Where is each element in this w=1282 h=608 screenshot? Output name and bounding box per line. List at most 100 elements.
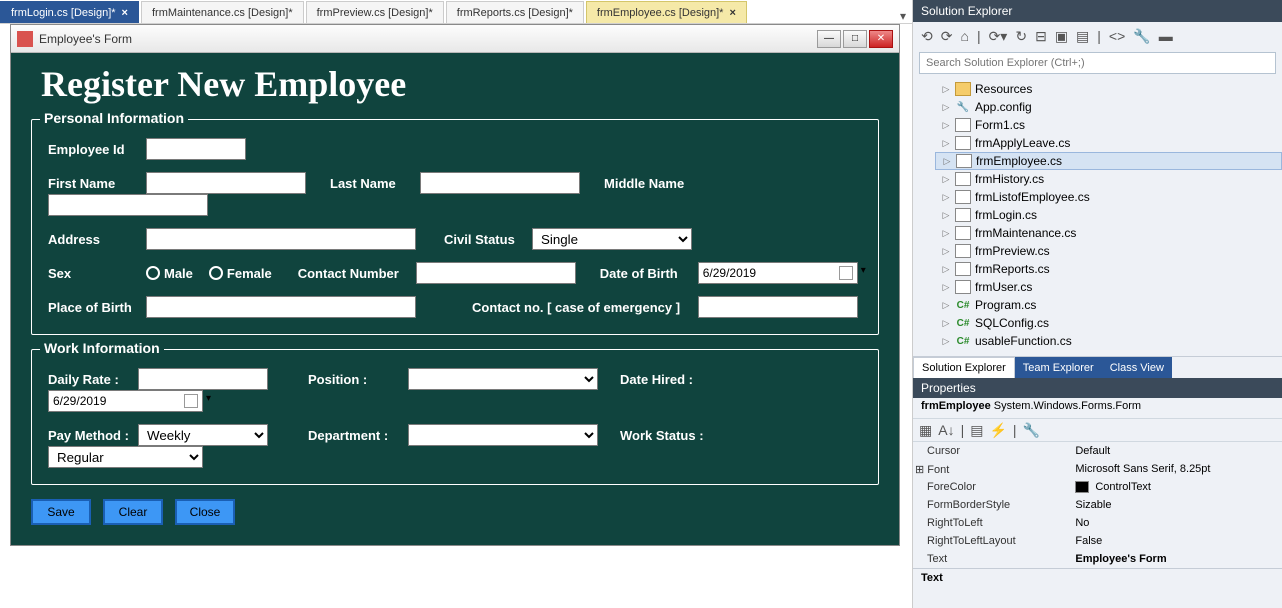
form-designer-window[interactable]: Employee's Form — □ ✕ Register New Emplo… bbox=[10, 24, 900, 546]
tab-frmemployee[interactable]: frmEmployee.cs [Design]*× bbox=[586, 1, 747, 23]
female-radio[interactable] bbox=[209, 266, 223, 280]
tree-item-frmhistory-cs[interactable]: ▷frmHistory.cs bbox=[935, 170, 1282, 188]
collapse-icon[interactable]: ⊟ bbox=[1035, 28, 1047, 45]
expand-icon[interactable]: ▷ bbox=[941, 282, 951, 293]
tab-frmpreview[interactable]: frmPreview.cs [Design]* bbox=[306, 1, 444, 23]
tree-item-frmemployee-cs[interactable]: ▷frmEmployee.cs bbox=[935, 152, 1282, 170]
tree-item-sqlconfig-cs[interactable]: ▷C#SQLConfig.cs bbox=[935, 314, 1282, 332]
tab-team-explorer[interactable]: Team Explorer bbox=[1015, 357, 1102, 378]
tree-item-form1-cs[interactable]: ▷Form1.cs bbox=[935, 116, 1282, 134]
events-icon[interactable]: ⚡ bbox=[989, 422, 1006, 439]
tree-item-frmuser-cs[interactable]: ▷frmUser.cs bbox=[935, 278, 1282, 296]
pob-field[interactable] bbox=[146, 296, 416, 318]
expand-icon[interactable]: ▷ bbox=[941, 228, 951, 239]
save-button[interactable]: Save bbox=[31, 499, 91, 525]
close-icon[interactable]: × bbox=[122, 7, 128, 19]
alpha-icon[interactable]: A↓ bbox=[938, 422, 954, 438]
prop-row-font[interactable]: ⊞ FontMicrosoft Sans Serif, 8.25pt bbox=[913, 460, 1282, 478]
prop-row-text[interactable]: TextEmployee's Form bbox=[913, 550, 1282, 568]
tree-item-frmlogin-cs[interactable]: ▷frmLogin.cs bbox=[935, 206, 1282, 224]
prop-value[interactable]: Sizable bbox=[1075, 499, 1282, 511]
expand-icon[interactable]: ▷ bbox=[941, 84, 951, 95]
close-button[interactable]: Close bbox=[175, 499, 235, 525]
expand-icon[interactable]: ▷ bbox=[941, 210, 951, 221]
tree-item-usablefunction-cs[interactable]: ▷C#usableFunction.cs bbox=[935, 332, 1282, 350]
tab-class-view[interactable]: Class View bbox=[1102, 357, 1172, 378]
forward-icon[interactable]: ⟳ bbox=[941, 28, 953, 45]
middlename-field[interactable] bbox=[48, 194, 208, 216]
sync-icon[interactable]: ⟳▾ bbox=[989, 28, 1008, 45]
expand-icon[interactable]: ▷ bbox=[941, 300, 951, 311]
expand-icon[interactable]: ▷ bbox=[941, 246, 951, 257]
close-icon[interactable]: × bbox=[729, 7, 735, 19]
contact-field[interactable] bbox=[416, 262, 576, 284]
expand-icon[interactable]: ▷ bbox=[941, 120, 951, 131]
close-button[interactable]: ✕ bbox=[869, 30, 893, 48]
wrench-icon[interactable]: 🔧 bbox=[1023, 422, 1040, 439]
male-radio[interactable] bbox=[146, 266, 160, 280]
prop-row-forecolor[interactable]: ForeColorControlText bbox=[913, 478, 1282, 496]
expand-icon[interactable]: ▷ bbox=[941, 174, 951, 185]
prop-value[interactable]: Microsoft Sans Serif, 8.25pt bbox=[1075, 463, 1282, 475]
employee-id-field[interactable] bbox=[146, 138, 246, 160]
tab-solution-explorer[interactable]: Solution Explorer bbox=[913, 357, 1015, 378]
expand-icon[interactable]: ▷ bbox=[941, 336, 951, 347]
wrench-icon[interactable]: 🔧 bbox=[1133, 28, 1150, 45]
showall-icon[interactable]: ▣ bbox=[1055, 28, 1068, 45]
tree-item-app-config[interactable]: ▷🔧App.config bbox=[935, 98, 1282, 116]
dailyrate-field[interactable] bbox=[138, 368, 268, 390]
workstatus-select[interactable]: Regular bbox=[48, 446, 203, 468]
emergency-contact-field[interactable] bbox=[698, 296, 858, 318]
maximize-button[interactable]: □ bbox=[843, 30, 867, 48]
prop-value[interactable]: No bbox=[1075, 517, 1282, 529]
properties-icon[interactable]: ▤ bbox=[1076, 28, 1089, 45]
solution-search-input[interactable] bbox=[919, 52, 1276, 74]
tree-item-frmreports-cs[interactable]: ▷frmReports.cs bbox=[935, 260, 1282, 278]
department-select[interactable] bbox=[408, 424, 598, 446]
tab-frmreports[interactable]: frmReports.cs [Design]* bbox=[446, 1, 584, 23]
lastname-field[interactable] bbox=[420, 172, 580, 194]
dob-datepicker[interactable]: 6/29/2019 bbox=[698, 262, 858, 284]
tree-item-frmpreview-cs[interactable]: ▷frmPreview.cs bbox=[935, 242, 1282, 260]
prop-row-righttoleft[interactable]: RightToLeftNo bbox=[913, 514, 1282, 532]
tree-item-frmmaintenance-cs[interactable]: ▷frmMaintenance.cs bbox=[935, 224, 1282, 242]
position-select[interactable] bbox=[408, 368, 598, 390]
tree-item-program-cs[interactable]: ▷C#Program.cs bbox=[935, 296, 1282, 314]
categorized-icon[interactable]: ▦ bbox=[919, 422, 932, 439]
code-icon[interactable]: <> bbox=[1109, 28, 1125, 44]
clear-button[interactable]: Clear bbox=[103, 499, 163, 525]
expand-icon[interactable]: ▷ bbox=[942, 156, 952, 167]
minimize-button[interactable]: — bbox=[817, 30, 841, 48]
expand-icon[interactable]: ▷ bbox=[941, 264, 951, 275]
firstname-field[interactable] bbox=[146, 172, 306, 194]
prop-value[interactable]: ControlText bbox=[1075, 481, 1282, 493]
calendar-icon bbox=[839, 266, 853, 280]
label-sex: Sex bbox=[48, 266, 138, 281]
expand-icon[interactable]: ▷ bbox=[941, 318, 951, 329]
expand-icon[interactable]: ⊞ bbox=[915, 464, 927, 476]
prop-value[interactable]: Default bbox=[1075, 445, 1282, 457]
tree-item-frmlistofemployee-cs[interactable]: ▷frmListofEmployee.cs bbox=[935, 188, 1282, 206]
back-icon[interactable]: ⟲ bbox=[921, 28, 933, 45]
tab-overflow-icon[interactable]: ▾ bbox=[894, 9, 912, 23]
datehired-picker[interactable]: 6/29/2019 bbox=[48, 390, 203, 412]
address-field[interactable] bbox=[146, 228, 416, 250]
paymethod-select[interactable]: Weekly bbox=[138, 424, 268, 446]
tree-item-resources[interactable]: ▷Resources bbox=[935, 80, 1282, 98]
expand-icon[interactable]: ▷ bbox=[941, 138, 951, 149]
prop-row-cursor[interactable]: CursorDefault bbox=[913, 442, 1282, 460]
refresh-icon[interactable]: ↻ bbox=[1015, 28, 1027, 45]
expand-icon[interactable]: ▷ bbox=[941, 192, 951, 203]
tab-frmlogin[interactable]: frmLogin.cs [Design]*× bbox=[0, 1, 139, 23]
view-icon[interactable]: ▬ bbox=[1159, 28, 1173, 44]
prop-value[interactable]: False bbox=[1075, 535, 1282, 547]
prop-row-righttoleftlayout[interactable]: RightToLeftLayoutFalse bbox=[913, 532, 1282, 550]
expand-icon[interactable]: ▷ bbox=[941, 102, 951, 113]
tab-frmmaintenance[interactable]: frmMaintenance.cs [Design]* bbox=[141, 1, 304, 23]
prop-row-formborderstyle[interactable]: FormBorderStyleSizable bbox=[913, 496, 1282, 514]
tree-item-frmapplyleave-cs[interactable]: ▷frmApplyLeave.cs bbox=[935, 134, 1282, 152]
prop-value[interactable]: Employee's Form bbox=[1075, 553, 1282, 565]
home-icon[interactable]: ⌂ bbox=[960, 28, 968, 44]
props-icon[interactable]: ▤ bbox=[970, 422, 983, 439]
civil-status-select[interactable]: Single bbox=[532, 228, 692, 250]
